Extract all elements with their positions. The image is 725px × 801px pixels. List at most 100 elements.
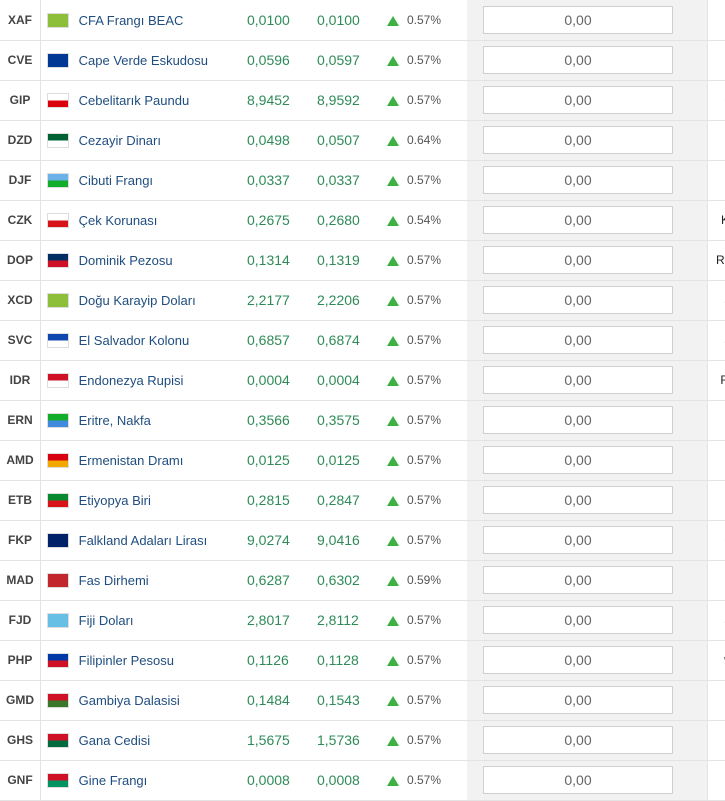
amount-input[interactable]	[483, 126, 673, 154]
dominican-republic-flag-icon	[47, 253, 69, 268]
up-arrow-icon	[387, 16, 399, 26]
change-percent: 0.57%	[407, 520, 467, 560]
currency-table: XAF CFA Frangı BEAC 0,0100 0,0100 0.57% …	[0, 0, 725, 801]
amount-input[interactable]	[483, 6, 673, 34]
table-row: GNF Gine Frangı 0,0008 0,0008 0.57%	[0, 760, 725, 800]
buy-rate: 0,0004	[247, 360, 317, 400]
buy-rate: 1,5675	[247, 720, 317, 760]
currency-code: CVE	[0, 40, 41, 80]
change-percent: 0.64%	[407, 120, 467, 160]
trend-cell	[379, 360, 407, 400]
amount-cell	[467, 680, 708, 720]
currency-name-link[interactable]: Gambiya Dalasisi	[79, 693, 180, 708]
amount-cell	[467, 120, 708, 160]
amount-input[interactable]	[483, 166, 673, 194]
currency-name-cell: Endonezya Rupisi	[41, 360, 248, 400]
fiji-flag-icon	[47, 613, 69, 628]
gibraltar-flag-icon	[47, 93, 69, 108]
currency-symbol	[708, 480, 725, 520]
amount-input[interactable]	[483, 766, 673, 794]
sell-rate: 0,1319	[317, 240, 379, 280]
djibouti-flag-icon	[47, 173, 69, 188]
amount-cell	[467, 80, 708, 120]
amount-input[interactable]	[483, 406, 673, 434]
buy-rate: 0,0008	[247, 760, 317, 800]
change-percent: 0.57%	[407, 680, 467, 720]
up-arrow-icon	[387, 136, 399, 146]
table-row: GIP Cebelitarık Paundu 8,9452 8,9592 0.5…	[0, 80, 725, 120]
amount-input[interactable]	[483, 566, 673, 594]
currency-name-link[interactable]: Filipinler Pesosu	[79, 653, 174, 668]
currency-code: XAF	[0, 0, 41, 40]
table-row: IDR Endonezya Rupisi 0,0004 0,0004 0.57%…	[0, 360, 725, 400]
table-row: GHS Gana Cedisi 1,5675 1,5736 0.57% ¢	[0, 720, 725, 760]
currency-symbol: $	[708, 320, 725, 360]
amount-cell	[467, 280, 708, 320]
currency-code: ETB	[0, 480, 41, 520]
eritrea-flag-icon	[47, 413, 69, 428]
currency-symbol: ¢	[708, 720, 725, 760]
change-percent: 0.57%	[407, 320, 467, 360]
currency-name-link[interactable]: Fas Dirhemi	[79, 573, 149, 588]
currency-name-link[interactable]: Eritre, Nakfa	[79, 413, 151, 428]
sell-rate: 8,9592	[317, 80, 379, 120]
currency-code: GIP	[0, 80, 41, 120]
morocco-flag-icon	[47, 573, 69, 588]
sell-rate: 0,6302	[317, 560, 379, 600]
currency-name-link[interactable]: Fiji Doları	[79, 613, 134, 628]
currency-name-link[interactable]: Cebelitarık Paundu	[79, 93, 190, 108]
currency-name-link[interactable]: Falkland Adaları Lirası	[79, 533, 208, 548]
up-arrow-icon	[387, 656, 399, 666]
currency-name-link[interactable]: Cezayir Dinarı	[79, 133, 161, 148]
amount-input[interactable]	[483, 286, 673, 314]
trend-cell	[379, 40, 407, 80]
amount-input[interactable]	[483, 606, 673, 634]
currency-name-cell: Cezayir Dinarı	[41, 120, 248, 160]
currency-name-link[interactable]: Dominik Pezosu	[79, 253, 173, 268]
table-row: SVC El Salvador Kolonu 0,6857 0,6874 0.5…	[0, 320, 725, 360]
currency-symbol: £	[708, 520, 725, 560]
currency-name-cell: Cibuti Frangı	[41, 160, 248, 200]
amount-input[interactable]	[483, 526, 673, 554]
amount-input[interactable]	[483, 366, 673, 394]
currency-code: MAD	[0, 560, 41, 600]
trend-cell	[379, 280, 407, 320]
amount-input[interactable]	[483, 646, 673, 674]
falkland-flag-icon	[47, 533, 69, 548]
currency-name-link[interactable]: Gine Frangı	[79, 773, 148, 788]
amount-input[interactable]	[483, 46, 673, 74]
change-percent: 0.57%	[407, 400, 467, 440]
trend-cell	[379, 320, 407, 360]
sell-rate: 0,1128	[317, 640, 379, 680]
currency-symbol: Kč	[708, 200, 725, 240]
amount-input[interactable]	[483, 446, 673, 474]
currency-name-link[interactable]: Ermenistan Dramı	[79, 453, 184, 468]
amount-input[interactable]	[483, 486, 673, 514]
currency-name-link[interactable]: Çek Korunası	[79, 213, 158, 228]
currency-name-link[interactable]: Gana Cedisi	[79, 733, 151, 748]
up-arrow-icon	[387, 376, 399, 386]
currency-name-cell: Falkland Adaları Lirası	[41, 520, 248, 560]
amount-cell	[467, 400, 708, 440]
currency-symbol: RD$	[708, 240, 725, 280]
amount-input[interactable]	[483, 86, 673, 114]
currency-name-link[interactable]: CFA Frangı BEAC	[79, 13, 184, 28]
amount-input[interactable]	[483, 326, 673, 354]
currency-name-link[interactable]: Etiyopya Biri	[79, 493, 151, 508]
currency-name-link[interactable]: Doğu Karayip Doları	[79, 293, 196, 308]
amount-input[interactable]	[483, 246, 673, 274]
amount-input[interactable]	[483, 686, 673, 714]
currency-name-link[interactable]: Cibuti Frangı	[79, 173, 153, 188]
trend-cell	[379, 520, 407, 560]
currency-name-link[interactable]: Cape Verde Eskudosu	[79, 53, 208, 68]
buy-rate: 0,1314	[247, 240, 317, 280]
change-percent: 0.57%	[407, 600, 467, 640]
trend-cell	[379, 120, 407, 160]
currency-name-link[interactable]: Endonezya Rupisi	[79, 373, 184, 388]
trend-cell	[379, 200, 407, 240]
amount-input[interactable]	[483, 726, 673, 754]
currency-name-cell: Dominik Pezosu	[41, 240, 248, 280]
sell-rate: 0,0004	[317, 360, 379, 400]
amount-input[interactable]	[483, 206, 673, 234]
currency-name-link[interactable]: El Salvador Kolonu	[79, 333, 190, 348]
